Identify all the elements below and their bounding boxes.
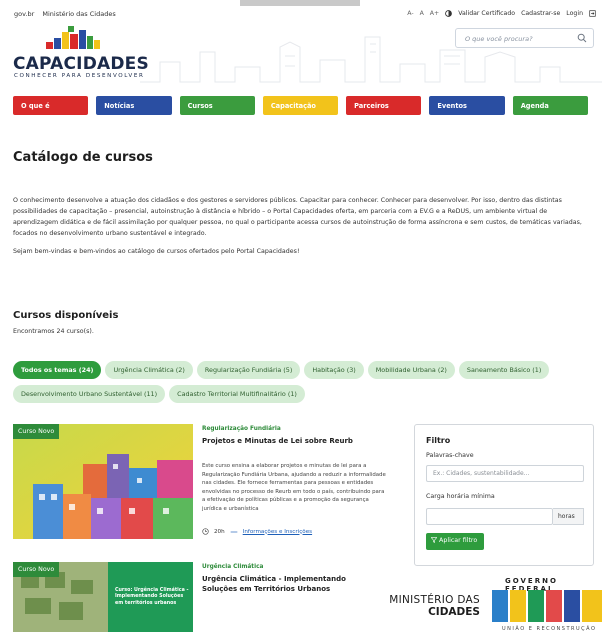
apply-filter-label: Aplicar filtro bbox=[439, 537, 478, 544]
govbr-link[interactable]: gov.br bbox=[14, 10, 34, 18]
filter-panel: Filtro Palavras-chave Ex.: Cidades, sust… bbox=[414, 424, 594, 566]
course-image[interactable]: Curso Novo Curso: Urgência Climática - I… bbox=[13, 562, 193, 632]
chip-habitacao[interactable]: Habitação (3) bbox=[304, 361, 364, 379]
page: gov.br Ministério das Cidades A- A A+ Va… bbox=[0, 0, 602, 632]
nav-item-cursos[interactable]: Cursos bbox=[179, 96, 255, 115]
course-meta: 20h Informações e Inscrições bbox=[202, 528, 312, 535]
favela-illustration bbox=[13, 424, 193, 539]
site-logo-subtitle: CONHECER PARA DESENVOLVER bbox=[14, 73, 145, 79]
course-title[interactable]: Projetos e Minutas de Lei sobre Reurb bbox=[202, 436, 402, 446]
page-title: Catálogo de cursos bbox=[13, 150, 153, 165]
login-link[interactable]: Login bbox=[566, 10, 583, 17]
course-hours: 20h bbox=[214, 528, 225, 535]
cadastrar-link[interactable]: Cadastrar-se bbox=[521, 10, 560, 17]
site-logo-title[interactable]: CAPACIDADES bbox=[13, 54, 149, 74]
ministerio-link[interactable]: Ministério das Cidades bbox=[42, 10, 115, 18]
ministerio-line1: MINISTÉRIO DAS bbox=[389, 594, 480, 606]
link-icon bbox=[230, 531, 238, 532]
font-reset-button[interactable]: A bbox=[420, 10, 424, 17]
ministerio-line2: CIDADES bbox=[428, 606, 480, 618]
filter-title: Filtro bbox=[426, 436, 451, 445]
filter-icon bbox=[430, 537, 438, 543]
welcome-text: Sejam bem-vindas e bem-vindos ao catálog… bbox=[13, 248, 300, 255]
capacidades-logo-icon bbox=[46, 26, 100, 49]
available-courses-heading: Cursos disponíveis bbox=[13, 310, 119, 321]
hours-unit: horas bbox=[553, 508, 584, 525]
chip-desenvolvimento-urbano[interactable]: Desenvolvimento Urbano Sustentável (11) bbox=[13, 385, 166, 403]
font-decrease-button[interactable]: A- bbox=[407, 10, 413, 17]
chip-urgencia-climatica[interactable]: Urgência Climática (2) bbox=[105, 361, 193, 379]
chip-cadastro-territorial[interactable]: Cadastro Territorial Multifinalitário (1… bbox=[169, 385, 305, 403]
font-increase-button[interactable]: A+ bbox=[430, 10, 439, 17]
course-info-link[interactable]: Informações e Inscrições bbox=[243, 529, 312, 535]
main-nav: O que é Notícias Cursos Capacitação Parc… bbox=[13, 96, 588, 115]
course-description: Este curso ensina a elaborar projetos e … bbox=[202, 463, 386, 512]
hours-input[interactable] bbox=[426, 508, 553, 525]
ministerio-logo: MINISTÉRIO DAS CIDADES bbox=[370, 594, 480, 618]
nav-item-agenda[interactable]: Agenda bbox=[512, 96, 588, 115]
search-box[interactable]: O que você procura? bbox=[455, 28, 594, 48]
chip-saneamento-basico[interactable]: Saneamento Básico (1) bbox=[458, 361, 550, 379]
keywords-label: Palavras-chave bbox=[426, 452, 474, 459]
intro-text: O conhecimento desenvolve a atuação dos … bbox=[13, 197, 582, 237]
nav-item-noticias[interactable]: Notícias bbox=[96, 96, 172, 115]
chip-regularizacao-fundiaria[interactable]: Regularização Fundiária (5) bbox=[196, 361, 301, 379]
course-title[interactable]: Urgência Climática - Implementando Soluç… bbox=[202, 574, 382, 594]
apply-filter-button[interactable]: Aplicar filtro bbox=[426, 533, 484, 550]
nav-item-eventos[interactable]: Eventos bbox=[429, 96, 505, 115]
nav-item-parceiros[interactable]: Parceiros bbox=[346, 96, 422, 115]
keywords-input[interactable]: Ex.: Cidades, sustentabilidade... bbox=[426, 465, 584, 482]
new-course-badge: Curso Novo bbox=[13, 424, 60, 439]
courses-count: Encontramos 24 curso(s). bbox=[13, 328, 94, 335]
nav-item-capacitacao[interactable]: Capacitação bbox=[262, 96, 339, 115]
brasil-logo bbox=[492, 590, 602, 622]
validar-certificado-link[interactable]: Validar Certificado bbox=[458, 10, 515, 17]
course-image-caption: Curso: Urgência Climática - Implementand… bbox=[115, 588, 189, 606]
nav-item-o-que-e[interactable]: O que é bbox=[13, 96, 89, 115]
search-icon[interactable] bbox=[577, 33, 587, 43]
course-category: Regularização Fundiária bbox=[202, 426, 281, 432]
keywords-placeholder: Ex.: Cidades, sustentabilidade... bbox=[433, 470, 530, 477]
course-image[interactable]: Curso Novo bbox=[13, 424, 193, 539]
search-input[interactable]: O que você procura? bbox=[465, 35, 533, 43]
chip-todos-os-temas[interactable]: Todos os temas (24) bbox=[13, 361, 102, 379]
course-category: Urgência Climática bbox=[202, 564, 264, 570]
login-icon[interactable] bbox=[589, 10, 596, 17]
uniao-reconstrucao-label: UNIÃO E RECONSTRUÇÃO bbox=[502, 626, 597, 632]
theme-filter-chips: Todos os temas (24) Urgência Climática (… bbox=[13, 361, 593, 403]
hours-label: Carga horária mínima bbox=[426, 493, 495, 500]
clock-icon bbox=[202, 528, 209, 535]
contrast-icon[interactable] bbox=[445, 10, 453, 17]
chip-mobilidade-urbana[interactable]: Mobilidade Urbana (2) bbox=[367, 361, 455, 379]
new-course-badge: Curso Novo bbox=[13, 562, 60, 577]
